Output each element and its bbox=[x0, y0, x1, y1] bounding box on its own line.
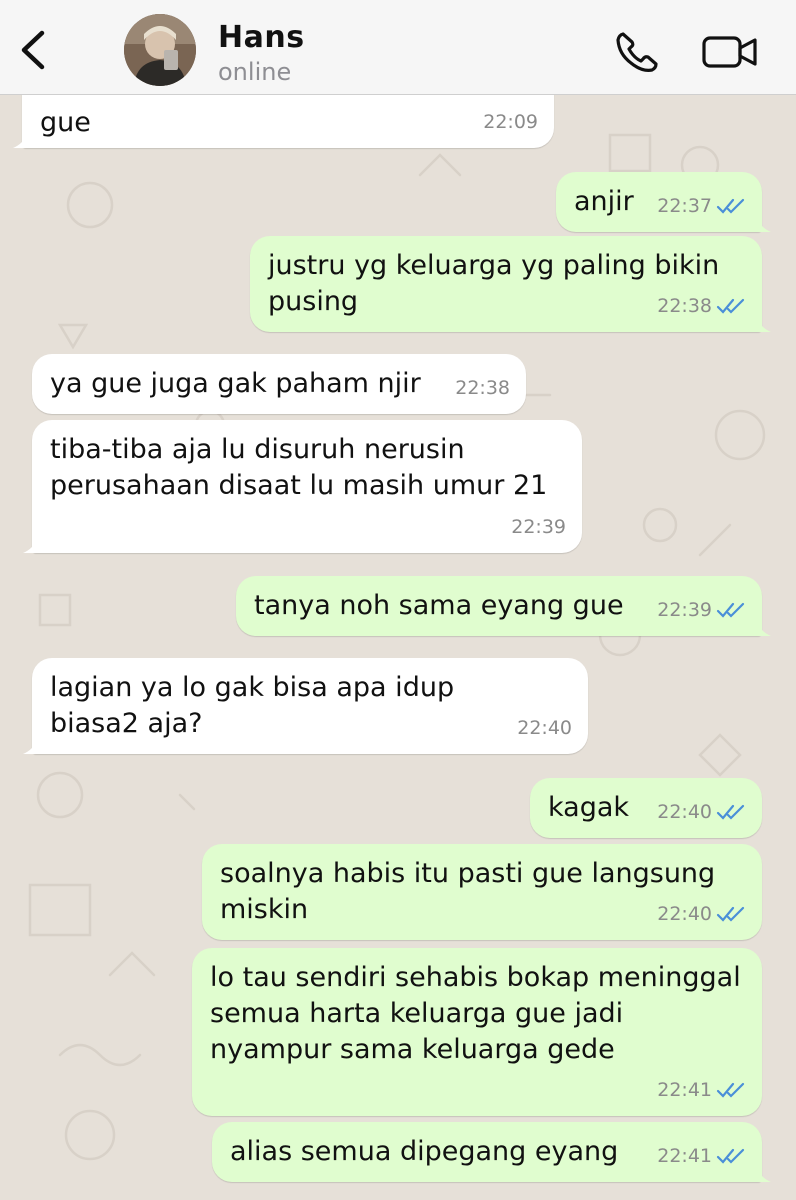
message-bubble-outgoing[interactable]: justru yg keluarga yg paling bikin pusin… bbox=[250, 236, 771, 332]
message-text: lagian ya lo gak bisa apa idup biasa2 aj… bbox=[50, 672, 463, 739]
read-double-check-icon bbox=[716, 198, 745, 214]
back-chevron-icon[interactable] bbox=[16, 30, 50, 70]
message-bubble-outgoing[interactable]: kagak 22:40 bbox=[530, 778, 762, 838]
message-time: 22:09 bbox=[483, 111, 538, 133]
bubble-tail bbox=[23, 537, 39, 553]
read-double-check-icon bbox=[716, 1148, 745, 1164]
message-bubble-outgoing[interactable]: tanya noh sama eyang gue 22:39 bbox=[236, 576, 771, 636]
message-text: gue bbox=[40, 107, 91, 138]
message-time: 22:37 bbox=[657, 195, 712, 217]
message-time: 22:41 bbox=[657, 1079, 712, 1101]
bubble-tail bbox=[755, 620, 771, 636]
message-text: tiba-tiba aja lu disuruh nerusin perusah… bbox=[50, 434, 548, 501]
read-double-check-icon bbox=[716, 804, 745, 820]
message-text: lo tau sendiri sehabis bokap meninggal s… bbox=[210, 962, 750, 1065]
message-bubble-outgoing[interactable]: anjir 22:37 bbox=[556, 172, 771, 232]
message-bubble-outgoing[interactable]: soalnya habis itu pasti gue langsung mis… bbox=[202, 844, 762, 940]
bubble-tail bbox=[23, 738, 39, 754]
contact-avatar[interactable] bbox=[124, 14, 196, 86]
bubble-tail bbox=[755, 216, 771, 232]
message-time: 22:41 bbox=[657, 1145, 712, 1167]
message-bubble-incoming[interactable]: lagian ya lo gak bisa apa idup biasa2 aj… bbox=[23, 658, 588, 754]
contact-status: online bbox=[218, 58, 292, 86]
message-list[interactable]: gue 22:09 anjir 22:37 justru yg keluarga… bbox=[0, 95, 796, 1200]
message-bubble-incoming[interactable]: gue 22:09 bbox=[13, 95, 554, 148]
message-time: 22:39 bbox=[511, 516, 566, 538]
contact-name[interactable]: Hans bbox=[218, 20, 305, 55]
message-time: 22:38 bbox=[657, 295, 712, 317]
message-bubble-outgoing[interactable]: lo tau sendiri sehabis bokap meninggal s… bbox=[192, 948, 762, 1116]
video-call-icon[interactable] bbox=[702, 34, 758, 70]
phone-call-icon[interactable] bbox=[614, 30, 660, 74]
message-time: 22:40 bbox=[517, 717, 572, 739]
read-double-check-icon bbox=[716, 298, 745, 314]
message-time: 22:40 bbox=[657, 801, 712, 823]
message-time: 22:40 bbox=[657, 903, 712, 925]
message-bubble-outgoing[interactable]: alias semua dipegang eyang 22:41 bbox=[212, 1122, 771, 1182]
bubble-tail bbox=[755, 316, 771, 332]
read-double-check-icon bbox=[716, 906, 745, 922]
message-time: 22:38 bbox=[455, 377, 510, 399]
message-time: 22:39 bbox=[657, 599, 712, 621]
read-double-check-icon bbox=[716, 1082, 745, 1098]
read-double-check-icon bbox=[716, 602, 745, 618]
message-bubble-incoming[interactable]: ya gue juga gak paham njir 22:38 bbox=[32, 354, 526, 414]
message-bubble-incoming[interactable]: tiba-tiba aja lu disuruh nerusin perusah… bbox=[23, 420, 582, 553]
avatar-photo-icon bbox=[124, 14, 196, 86]
bubble-tail bbox=[13, 132, 29, 148]
bubble-tail bbox=[755, 1166, 771, 1182]
chat-header: Hans online bbox=[0, 0, 796, 95]
message-text: ya gue juga gak paham njir bbox=[50, 368, 421, 399]
